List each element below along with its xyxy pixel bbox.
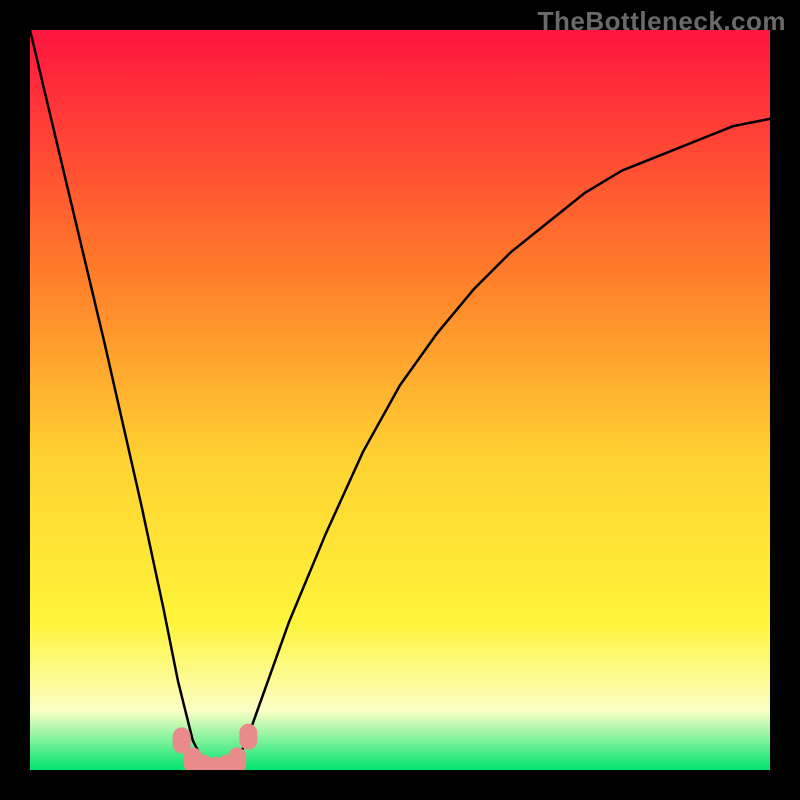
chart-frame: TheBottleneck.com [0,0,800,800]
marker-point [239,724,257,750]
marker-point [228,747,246,770]
bottleneck-chart [30,30,770,770]
plot-area [30,30,770,770]
gradient-background [30,30,770,770]
